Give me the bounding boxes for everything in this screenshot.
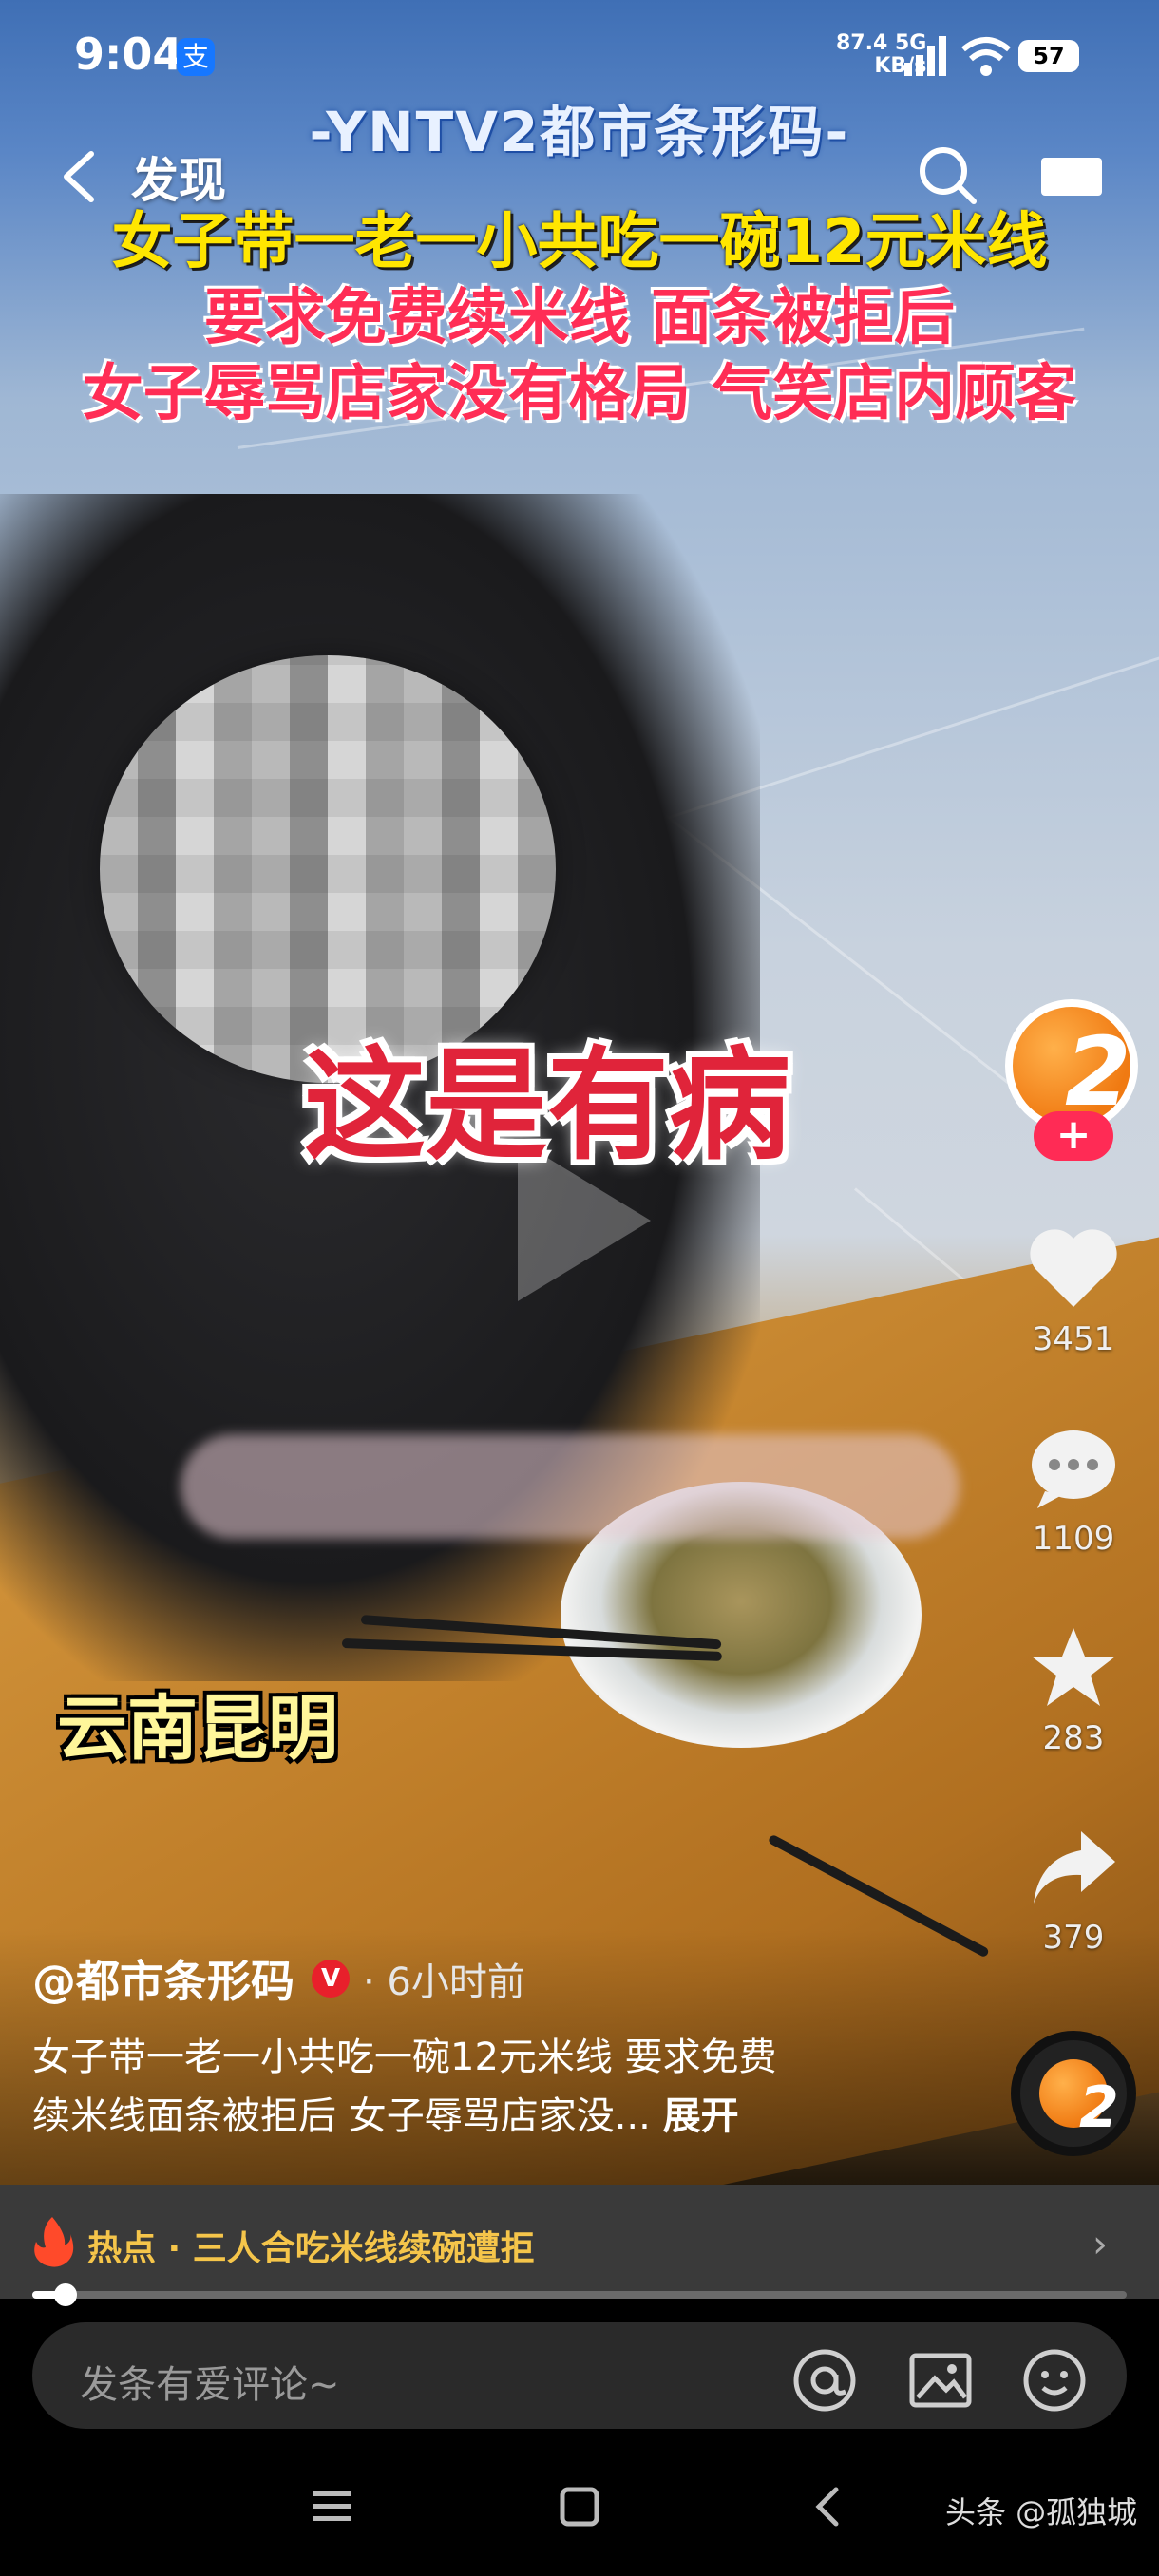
description-line-2: 续米线面条被拒后 女子辱骂店家没... 展开 (32, 2087, 887, 2146)
comment-button[interactable]: 1109 (1007, 1425, 1140, 1558)
flame-icon (34, 2217, 74, 2267)
blur-band (180, 1434, 960, 1539)
heart-icon (1030, 1229, 1117, 1307)
subtitle-quote: 这是有病 (304, 1035, 791, 1177)
alipay-icon: 支 (177, 38, 215, 76)
net-speed-value: 87.4 (836, 31, 888, 55)
share-icon (1034, 1831, 1115, 1904)
chevron-right-icon[interactable]: › (1092, 2223, 1108, 2266)
favorite-button[interactable]: 283 (1007, 1624, 1140, 1757)
signal-icon (904, 36, 946, 76)
status-bar: 9:04 支 87.4 5G KB/s 57 (0, 0, 1159, 114)
home-icon[interactable] (557, 2484, 602, 2529)
emoji-icon[interactable] (1020, 2346, 1089, 2415)
wifi-icon (961, 37, 1011, 76)
back-icon[interactable] (59, 150, 97, 203)
description-line-1: 女子带一老一小共吃一碗12元米线 要求免费 (32, 2036, 777, 2079)
follow-button[interactable]: + (1034, 1111, 1113, 1161)
search-icon[interactable] (917, 144, 978, 205)
like-count: 3451 (1032, 1320, 1115, 1358)
music-disc-number: 2 (1079, 2074, 1119, 2141)
back-nav-icon[interactable] (806, 2484, 851, 2529)
comment-icon (1032, 1430, 1115, 1508)
location-caption: 云南昆明 (57, 1688, 338, 1770)
headline-line-1: 女子带一老一小共吃一碗12元米线 (111, 207, 1048, 277)
verified-icon: V (312, 1960, 350, 1998)
star-icon (1032, 1628, 1115, 1706)
video-player[interactable]: -YNTV2都市条形码- 女子带一老一小共吃一碗12元米线 要求免费续米线 面条… (0, 0, 1159, 2185)
clock: 9:04 (74, 28, 183, 80)
like-button[interactable]: 3451 (1007, 1225, 1140, 1358)
comment-count: 1109 (1032, 1520, 1115, 1558)
comment-placeholder[interactable]: 发条有爱评论~ (80, 2354, 340, 2409)
post-description[interactable]: 女子带一老一小共吃一碗12元米线 要求免费 续米线面条被拒后 女子辱骂店家没..… (32, 2028, 887, 2146)
music-disc-logo: 2 (1039, 2059, 1119, 2141)
cast-icon[interactable] (1037, 152, 1106, 199)
avatar-logo: 2 (1013, 1007, 1131, 1127)
author-row[interactable]: @都市条形码 V · 6小时前 (32, 1947, 525, 2010)
image-icon[interactable] (906, 2346, 975, 2415)
menu-icon[interactable] (310, 2484, 355, 2529)
favorite-count: 283 (1042, 1719, 1105, 1757)
music-disc[interactable]: 2 (1011, 2031, 1136, 2156)
watermark: 头条 @孤独城 (945, 2494, 1138, 2530)
hot-topic-text[interactable]: 热点 · 三人合吃米线续碗遭拒 (87, 2221, 535, 2270)
page-title[interactable]: 发现 (131, 142, 226, 211)
author-name[interactable]: @都市条形码 (32, 1947, 294, 2010)
at-mention-icon[interactable] (790, 2346, 859, 2415)
progress-handle[interactable] (53, 2283, 77, 2306)
description-line-2-text: 续米线面条被拒后 女子辱骂店家没... (32, 2094, 663, 2138)
headline-line-3: 女子辱骂店家没有格局 气笑店内顾客 (82, 359, 1077, 429)
headline-line-2: 要求免费续米线 面条被拒后 (203, 283, 956, 353)
battery-indicator: 57 (1018, 40, 1079, 72)
progress-track[interactable] (32, 2291, 1127, 2299)
post-time: · 6小时前 (363, 1960, 525, 2004)
expand-link[interactable]: 展开 (663, 2094, 739, 2138)
